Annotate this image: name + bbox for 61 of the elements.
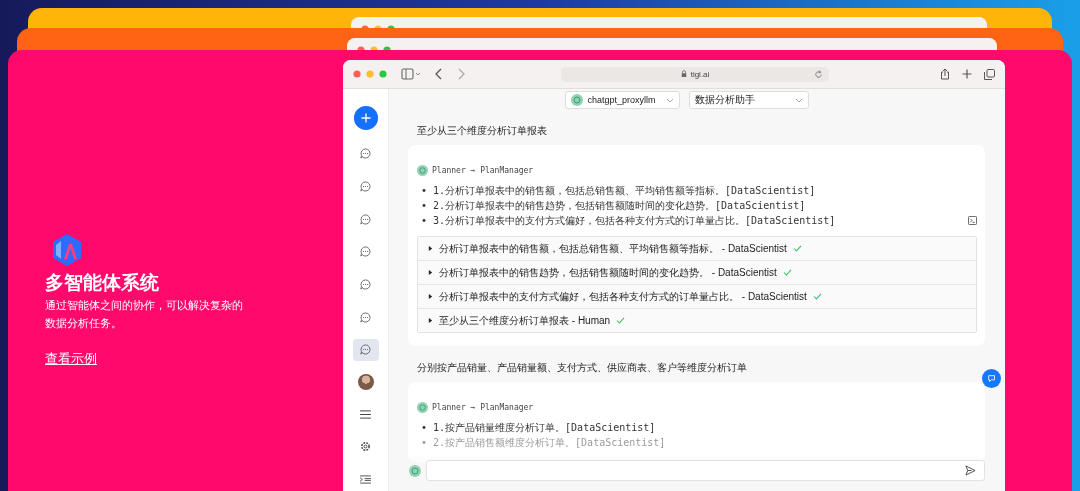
sidebar-toggle-icon[interactable] <box>401 68 421 80</box>
chevron-icon <box>794 97 803 103</box>
agent-avatar-icon <box>417 402 428 413</box>
agent-avatar-icon <box>417 165 428 176</box>
bullet-marker: • <box>421 199 428 213</box>
plan-step: 1.按产品销量维度分析订单。[DataScientist] <box>433 420 656 435</box>
task-row[interactable]: 分析订单报表中的销售额，包括总销售额、平均销售额等指标。 - DataScientist <box>418 237 976 260</box>
agent-route: Planner → PlanManager <box>432 166 534 175</box>
task-label: 分析订单报表中的销售趋势，包括销售额随时间的变化趋势。 - DataScientist <box>439 265 777 280</box>
new-tab-icon[interactable] <box>962 69 972 79</box>
chat-history-item[interactable] <box>352 338 379 362</box>
task-row[interactable]: 分析订单报表中的销售趋势，包括销售额随时间的变化趋势。 - DataScientist <box>418 260 976 284</box>
model-icon <box>570 94 583 106</box>
chat-bubble-icon <box>360 181 371 193</box>
examples-link[interactable]: 查看示例 <box>45 350 97 368</box>
url-text: tigi.ai <box>690 69 710 79</box>
message-input[interactable] <box>426 460 985 481</box>
address-bar[interactable]: tigi.ai <box>561 66 829 82</box>
plan-step: 2.按产品销售额维度分析订单。[DataScientist] <box>433 435 666 450</box>
task-label: 分析订单报表中的销售额，包括总销售额、平均销售额等指标。 - DataScientist <box>439 241 787 256</box>
tabs-icon[interactable] <box>984 68 995 80</box>
window-controls-icon <box>353 70 387 78</box>
chat-bubble-icon <box>360 148 371 160</box>
task-row[interactable]: 至少从三个维度分析订单报表 - Human <box>418 308 976 332</box>
hero-title: 多智能体系统 <box>45 271 160 295</box>
reload-icon[interactable] <box>814 69 823 79</box>
bullet-marker: • <box>421 436 428 450</box>
lock-icon <box>680 70 687 78</box>
hero-description: 通过智能体之间的协作，可以解决复杂的数据分析任务。 <box>45 298 244 331</box>
share-icon[interactable] <box>940 68 950 80</box>
chat-bubble-icon <box>360 246 371 258</box>
new-chat-button[interactable] <box>353 106 378 130</box>
model-select[interactable]: chatgpt_proxyllm <box>564 91 680 109</box>
app-select[interactable]: 数据分析助手 <box>688 91 809 109</box>
chevron-icon <box>665 97 674 103</box>
user-question: 至少从三个维度分析订单报表 <box>416 124 548 138</box>
chat-icon <box>986 373 997 384</box>
bullet-marker: • <box>421 421 428 435</box>
logo-icon <box>51 233 83 267</box>
forward-icon[interactable] <box>457 68 465 80</box>
plan-step: 2.分析订单报表中的销售趋势，包括销售额随时间的变化趋势。[DataScientist] <box>433 198 806 213</box>
chat-bubble-icon <box>360 311 371 323</box>
chat-bubble-icon <box>360 279 371 291</box>
user-avatar[interactable] <box>357 374 374 390</box>
task-label: 至少从三个维度分析订单报表 - Human <box>439 313 611 328</box>
bullet-marker: • <box>421 184 428 198</box>
chat-bubble-icon <box>360 344 371 356</box>
bullet-marker: • <box>421 214 428 228</box>
user-question: 分别按产品销量、产品销量额、支付方式、供应商表、客户等维度分析订单 <box>416 361 748 375</box>
plus-icon <box>360 112 371 123</box>
task-label: 分析订单报表中的支付方式偏好，包括各种支付方式的订单量占比。 - DataScientist <box>439 289 807 304</box>
task-row[interactable]: 分析订单报表中的支付方式偏好，包括各种支付方式的订单量占比。 - DataScientist <box>418 284 976 308</box>
send-icon[interactable] <box>965 465 976 476</box>
agent-route: Planner → PlanManager <box>432 403 534 412</box>
chat-support-button[interactable] <box>982 369 1001 388</box>
back-icon[interactable] <box>435 68 443 80</box>
plan-step: 3.分析订单报表中的支付方式偏好，包括各种支付方式的订单量占比。[DataScientist] <box>433 213 836 228</box>
chat-bubble-icon <box>360 213 371 225</box>
plan-step: 1.分析订单报表中的销售额，包括总销售额、平均销售额等指标。[DataScientist] <box>433 183 816 198</box>
agent-avatar-icon <box>409 464 421 477</box>
terminal-icon[interactable] <box>968 216 977 225</box>
